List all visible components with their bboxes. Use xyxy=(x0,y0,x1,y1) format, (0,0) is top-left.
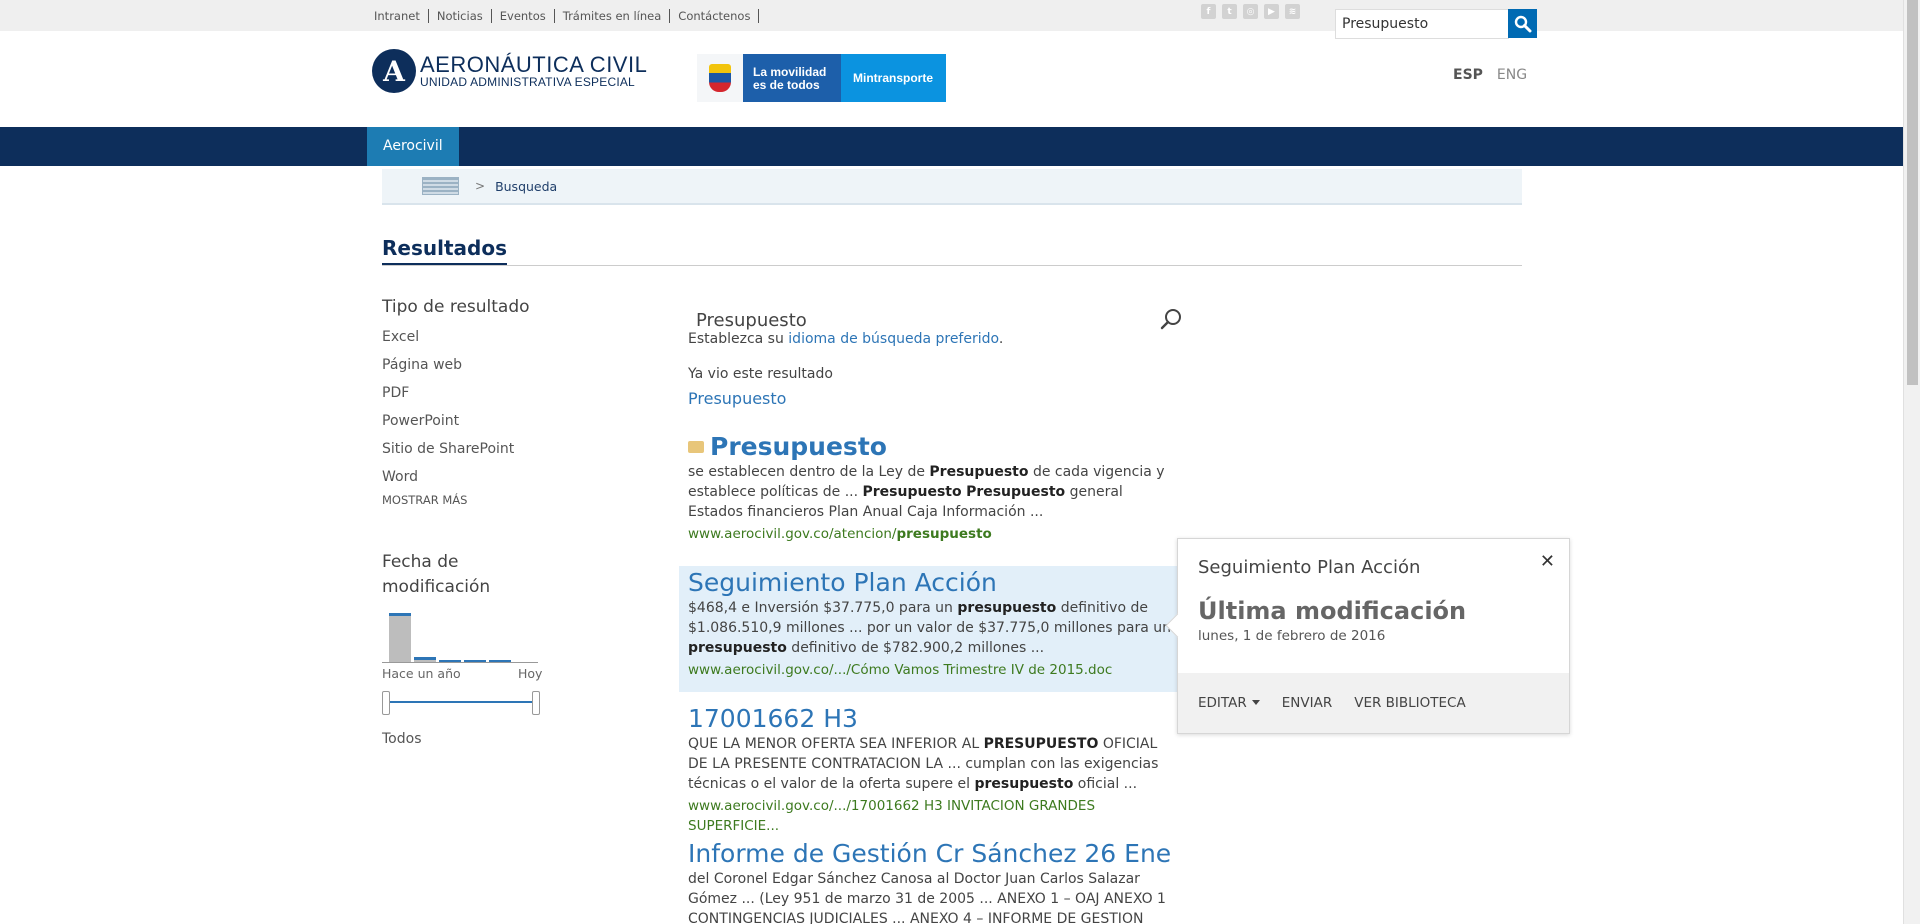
result-url[interactable]: www.aerocivil.gov.co/.../Cómo Vamos Trim… xyxy=(688,660,1180,680)
top-link-tramites[interactable]: Trámites en línea xyxy=(555,9,671,23)
result-snippet: se establecen dentro de la Ley de Presup… xyxy=(688,464,1165,520)
date-range-slider[interactable] xyxy=(382,691,542,715)
breadcrumb: > Busqueda xyxy=(382,169,1522,205)
date-from-label: Hace un año xyxy=(382,666,461,681)
main-nav: Aerocivil xyxy=(0,127,1903,166)
top-link-eventos[interactable]: Eventos xyxy=(492,9,555,23)
edit-button[interactable]: EDITAR xyxy=(1198,695,1260,711)
refiner-date-heading: Fecha de modificación xyxy=(382,552,491,597)
heading-divider xyxy=(382,265,1522,266)
result-snippet: $468,4 e Inversión $37.775,0 para un pre… xyxy=(688,600,1171,656)
refiner-type-excel[interactable]: Excel xyxy=(382,323,530,351)
refiner-type-webpage[interactable]: Página web xyxy=(382,351,530,379)
logo-title: AERONÁUTICA CIVIL xyxy=(420,51,648,77)
refiner-result-type: Tipo de resultado Excel Página web PDF P… xyxy=(382,297,530,507)
refiner-type-powerpoint[interactable]: PowerPoint xyxy=(382,407,530,435)
date-histogram xyxy=(382,611,542,663)
brand-ministry: Mintransporte xyxy=(841,54,946,102)
logo-emblem: A xyxy=(372,49,416,93)
show-more-link[interactable]: MOSTRAR MÁS xyxy=(382,493,530,507)
slider-handle-start[interactable] xyxy=(382,691,390,715)
instagram-icon[interactable]: ◎ xyxy=(1243,4,1258,19)
callout-modified-label: Última modificación xyxy=(1198,597,1467,625)
search-result: 17001662 H3 QUE LA MENOR OFERTA SEA INFE… xyxy=(688,704,1180,836)
rss-icon[interactable]: ≋ xyxy=(1285,4,1300,19)
view-library-button[interactable]: VER BIBLIOTECA xyxy=(1354,695,1466,711)
refiner-type-pdf[interactable]: PDF xyxy=(382,379,530,407)
facebook-icon[interactable]: f xyxy=(1201,4,1216,19)
search-icon[interactable] xyxy=(1158,306,1184,332)
chevron-down-icon xyxy=(1251,700,1260,705)
result-title[interactable]: 17001662 H3 xyxy=(688,704,1180,734)
refiner-type-word[interactable]: Word xyxy=(382,463,530,491)
seen-result-link[interactable]: Presupuesto xyxy=(688,389,786,408)
logo-subtitle: UNIDAD ADMINISTRATIVA ESPECIAL xyxy=(420,74,635,89)
language-preference-link[interactable]: idioma de búsqueda preferido xyxy=(788,331,999,347)
result-title[interactable]: Informe de Gestión Cr Sánchez 26 Ene xyxy=(688,839,1180,869)
language-preference-line: Establezca su idioma de búsqueda preferi… xyxy=(688,331,1004,347)
site-search-input[interactable] xyxy=(1335,9,1509,39)
search-icon xyxy=(1514,15,1531,32)
results-search-query[interactable]: Presupuesto xyxy=(696,310,807,331)
result-url[interactable]: www.aerocivil.gov.co/atencion/presupuest… xyxy=(688,524,1180,544)
nav-tab-aerocivil[interactable]: Aerocivil xyxy=(367,127,459,166)
site-search-button[interactable] xyxy=(1508,9,1537,38)
refiner-type-sharepoint[interactable]: Sitio de SharePoint xyxy=(382,435,530,463)
government-brand-banner[interactable]: La movilidad es de todos Mintransporte xyxy=(697,54,946,102)
colombia-crest-icon xyxy=(697,54,743,102)
vertical-scrollbar[interactable] xyxy=(1903,0,1920,924)
brand-slogan: La movilidad es de todos xyxy=(743,54,841,102)
send-button[interactable]: ENVIAR xyxy=(1282,695,1332,711)
top-links: Intranet Noticias Eventos Trámites en lí… xyxy=(366,9,760,23)
language-switcher: ESP ENG xyxy=(1453,67,1527,83)
callout-actions: EDITAR ENVIAR VER BIBLIOTECA xyxy=(1178,673,1569,733)
aerocivil-logo[interactable]: A AERONÁUTICA CIVIL UNIDAD ADMINISTRATIV… xyxy=(372,49,647,93)
result-preview-callout: Seguimiento Plan Acción ✕ Última modific… xyxy=(1177,538,1570,734)
search-result: Informe de Gestión Cr Sánchez 26 Ene del… xyxy=(688,839,1180,924)
folder-icon xyxy=(688,441,704,453)
result-title[interactable]: Seguimiento Plan Acción xyxy=(688,568,1180,598)
top-link-noticias[interactable]: Noticias xyxy=(429,9,492,23)
refiner-type-heading: Tipo de resultado xyxy=(382,297,530,317)
seen-result-label: Ya vio este resultado xyxy=(688,366,833,382)
scrollbar-thumb[interactable] xyxy=(1907,0,1918,385)
youtube-icon[interactable]: ▶ xyxy=(1264,4,1279,19)
callout-modified-date: lunes, 1 de febrero de 2016 xyxy=(1198,628,1386,644)
page-title: Resultados xyxy=(382,236,507,266)
search-result: Presupuesto se establecen dentro de la L… xyxy=(688,432,1180,544)
breadcrumb-current: Busqueda xyxy=(495,178,558,194)
home-icon[interactable] xyxy=(422,177,459,195)
slider-handle-end[interactable] xyxy=(532,691,540,715)
callout-title: Seguimiento Plan Acción xyxy=(1198,557,1421,578)
refiner-modified-date: Fecha de modificación xyxy=(382,550,512,600)
result-title[interactable]: Presupuesto xyxy=(710,432,887,461)
date-all-option[interactable]: Todos xyxy=(382,725,421,753)
result-url[interactable]: www.aerocivil.gov.co/.../17001662 H3 INV… xyxy=(688,796,1180,836)
date-to-label: Hoy xyxy=(518,666,543,681)
lang-esp[interactable]: ESP xyxy=(1453,67,1483,83)
top-utility-bar: Intranet Noticias Eventos Trámites en lí… xyxy=(0,0,1903,31)
histogram-bar[interactable] xyxy=(389,613,411,663)
social-links: f t ◎ ▶ ≋ xyxy=(1201,4,1300,19)
top-link-intranet[interactable]: Intranet xyxy=(366,9,429,23)
top-link-contactenos[interactable]: Contáctenos xyxy=(670,9,760,23)
result-snippet: QUE LA MENOR OFERTA SEA INFERIOR AL PRES… xyxy=(688,736,1159,792)
search-result: Seguimiento Plan Acción $468,4 e Inversi… xyxy=(688,568,1180,680)
lang-eng[interactable]: ENG xyxy=(1497,67,1527,83)
close-icon[interactable]: ✕ xyxy=(1540,551,1555,572)
twitter-icon[interactable]: t xyxy=(1222,4,1237,19)
result-snippet: del Coronel Edgar Sánchez Canosa al Doct… xyxy=(688,871,1166,924)
breadcrumb-separator: > xyxy=(475,179,486,193)
